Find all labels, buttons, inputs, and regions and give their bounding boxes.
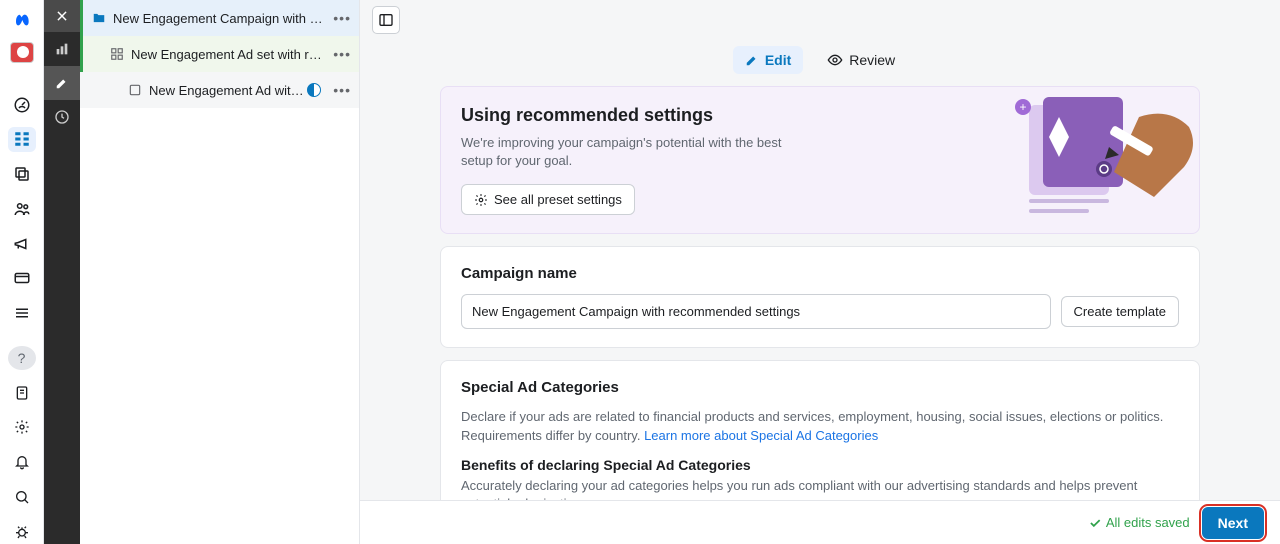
global-nav-sidebar: ? xyxy=(0,0,44,544)
nav-megaphone-icon[interactable] xyxy=(8,231,36,256)
promo-card: Using recommended settings We're improvi… xyxy=(440,86,1200,234)
nav-bug-icon[interactable] xyxy=(8,519,36,544)
campaign-name-card: Campaign name Create template xyxy=(440,246,1200,348)
panel-toggle-button[interactable] xyxy=(372,6,400,34)
history-icon[interactable] xyxy=(44,100,80,134)
help-icon[interactable]: ? xyxy=(8,346,36,371)
editor-tabs: Edit Review xyxy=(360,40,1280,86)
meta-logo[interactable] xyxy=(10,8,34,32)
nav-billing-icon[interactable] xyxy=(8,266,36,291)
tab-review-label: Review xyxy=(849,52,895,68)
adset-icon xyxy=(109,46,125,62)
nav-settings-icon[interactable] xyxy=(8,415,36,440)
ad-icon xyxy=(127,82,143,98)
nav-grid-icon[interactable] xyxy=(8,127,36,152)
check-icon xyxy=(1088,516,1102,530)
campaign-name-title: Campaign name xyxy=(461,265,1179,282)
see-presets-button[interactable]: See all preset settings xyxy=(461,184,635,215)
tree-row-menu-icon[interactable]: ••• xyxy=(325,46,359,62)
tab-edit[interactable]: Edit xyxy=(733,46,803,74)
promo-illustration: + xyxy=(1009,87,1199,219)
structure-tree: New Engagement Campaign with reco… ••• N… xyxy=(80,0,360,544)
tree-row-menu-icon[interactable]: ••• xyxy=(325,10,359,26)
edit-icon[interactable] xyxy=(44,66,80,100)
account-avatar[interactable] xyxy=(10,42,34,63)
campaign-name-input[interactable] xyxy=(461,294,1051,329)
nav-search-icon[interactable] xyxy=(8,485,36,510)
next-button[interactable]: Next xyxy=(1202,507,1264,539)
svg-text:+: + xyxy=(1019,100,1026,114)
tab-edit-label: Edit xyxy=(765,52,791,68)
promo-body: We're improving your campaign's potentia… xyxy=(461,134,811,170)
special-learn-link[interactable]: Learn more about Special Ad Categories xyxy=(644,428,878,443)
main-content: Edit Review Using recommended settings W… xyxy=(360,0,1280,544)
special-title: Special Ad Categories xyxy=(461,379,1179,396)
folder-icon xyxy=(91,10,107,26)
tree-campaign-row[interactable]: New Engagement Campaign with reco… ••• xyxy=(80,0,359,36)
create-template-button[interactable]: Create template xyxy=(1061,296,1180,327)
close-button[interactable] xyxy=(44,0,80,32)
editor-sidebar xyxy=(44,0,80,544)
nav-bell-icon[interactable] xyxy=(8,450,36,475)
status-half-icon xyxy=(307,83,321,97)
gear-icon xyxy=(474,193,488,207)
nav-audience-icon[interactable] xyxy=(8,197,36,222)
pencil-icon xyxy=(745,53,759,67)
tree-campaign-label: New Engagement Campaign with reco… xyxy=(113,11,325,26)
save-status: All edits saved xyxy=(1088,515,1190,530)
tab-review[interactable]: Review xyxy=(815,46,907,74)
editor-footer: All edits saved Next xyxy=(360,500,1280,544)
chart-icon[interactable] xyxy=(44,32,80,66)
nav-docs-icon[interactable] xyxy=(8,380,36,405)
tree-row-menu-icon[interactable]: ••• xyxy=(325,82,359,98)
benefits-title: Benefits of declaring Special Ad Categor… xyxy=(461,457,1179,473)
tree-ad-label: New Engagement Ad with rec… xyxy=(149,83,307,98)
nav-gauge-icon[interactable] xyxy=(8,92,36,117)
tree-adset-label: New Engagement Ad set with reco… xyxy=(131,47,325,62)
nav-copy-icon[interactable] xyxy=(8,162,36,187)
nav-menu-icon[interactable] xyxy=(8,301,36,326)
eye-icon xyxy=(827,52,843,68)
tree-adset-row[interactable]: New Engagement Ad set with reco… ••• xyxy=(80,36,359,72)
special-body: Declare if your ads are related to finan… xyxy=(461,408,1179,444)
tree-ad-row[interactable]: New Engagement Ad with rec… ••• xyxy=(80,72,359,108)
see-presets-label: See all preset settings xyxy=(494,192,622,207)
